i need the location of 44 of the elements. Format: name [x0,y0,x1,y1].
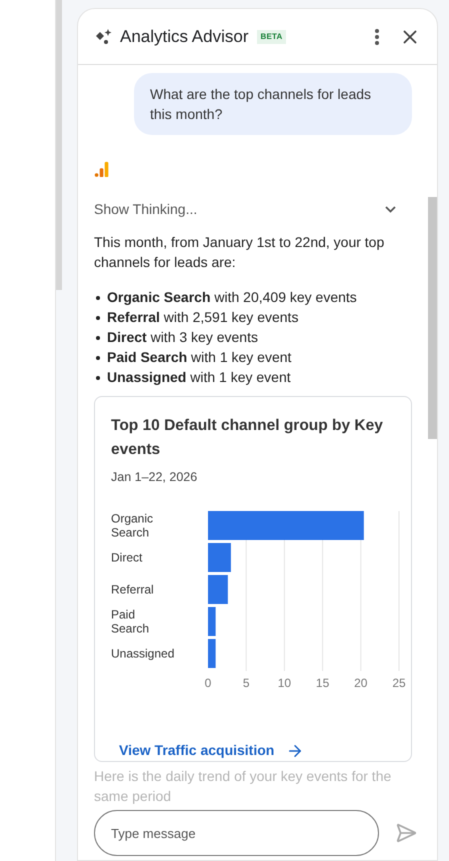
category-label: Organic Search [111,512,154,540]
category-label: Unassigned [111,646,174,660]
send-icon [395,822,417,844]
scrollbar-thumb[interactable] [56,0,62,290]
list-item-text: Unassigned with 1 key event [107,368,291,388]
list-item-text: Organic Search with 20,409 key events [107,288,357,308]
chart-date: Jan 1–22, 2026 [111,469,198,486]
beta-badge: BETA [256,30,286,44]
axis-tick-label: 5 [242,676,250,690]
view-report-link[interactable]: View Traffic acquisition [119,740,399,761]
bar [208,543,231,572]
message-input[interactable]: Type message [94,810,379,856]
bullet-icon [96,336,100,340]
category-label: Paid Search [111,608,150,636]
bullet-icon [96,296,100,300]
axis-tick-label: 20 [354,676,368,690]
list-item-text: Referral with 2,591 key events [107,308,298,328]
chart-title: Top 10 Default channel group by Key events [111,416,384,460]
more-options-button[interactable] [375,28,379,44]
bullet-icon [96,356,100,360]
bar [208,575,228,604]
bullet-icon [96,316,100,320]
category-label: Referral [111,582,154,596]
axis-tick-label: 10 [278,676,292,690]
category-label: Direct [111,550,142,564]
list-item-text: Direct with 3 key events [107,328,258,348]
answer-text: This month, from January 1st to 22nd, your top channels for leads are: [94,233,386,272]
axis-tick-label: 0 [204,676,212,690]
bar [208,639,216,668]
bar [208,607,216,636]
list-item-text: Paid Search with 1 key event [107,348,292,368]
send-button[interactable] [395,822,417,844]
chevron-down-icon [385,206,396,214]
scrollbar-thumb[interactable] [428,197,437,439]
axis-tick-label: 15 [316,676,330,690]
user-message: What are the top channels for leads this month? [134,73,412,135]
more-icon [375,28,379,44]
panel-title: Analytics Advisor [120,26,248,48]
analytics-logo-icon [94,161,110,178]
bullet-icon [96,376,100,380]
followup-text: Here is the daily trend of your key events for the same period [94,767,392,806]
show-thinking-toggle[interactable]: Show Thinking... [94,199,412,220]
axis-tick-label: 25 [392,676,406,690]
sparkle-icon [94,28,112,46]
